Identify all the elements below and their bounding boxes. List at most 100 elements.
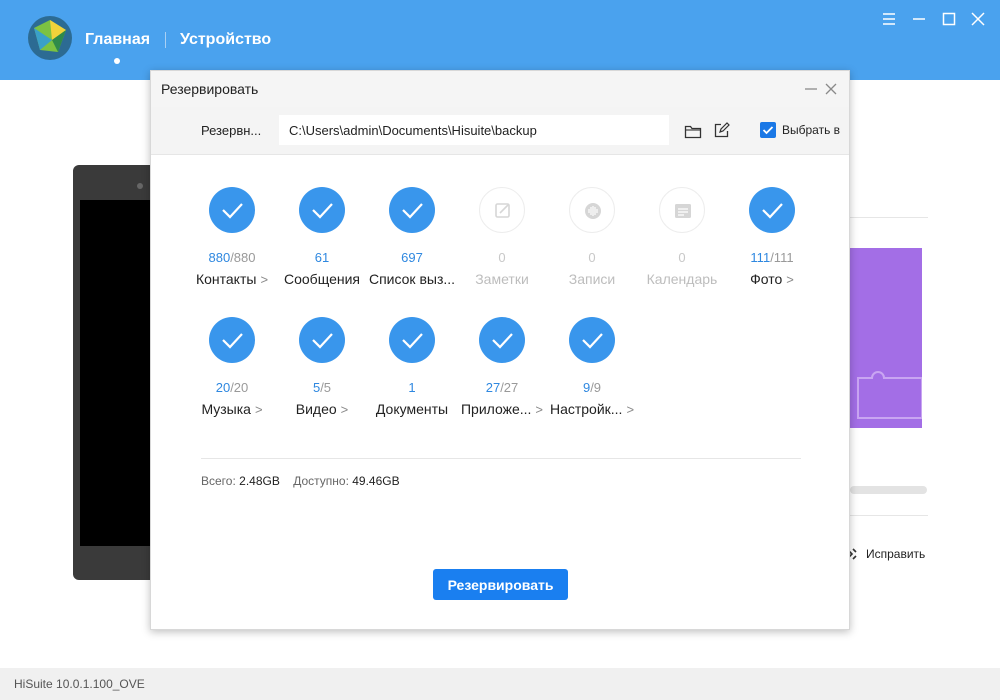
- item-label: Список выз...: [368, 271, 456, 287]
- divider: [850, 515, 928, 516]
- documents-check-icon[interactable]: [389, 317, 435, 363]
- selected-count: 20: [215, 380, 231, 395]
- top-bar: Главная Устройство: [0, 0, 1000, 80]
- item-name: Музыка >: [186, 401, 278, 417]
- notes-icon: [479, 187, 525, 233]
- item-count: 0: [546, 250, 638, 265]
- item-label: Приложе...: [460, 401, 532, 417]
- dialog-close-icon[interactable]: [823, 81, 839, 97]
- nav-device[interactable]: Устройство: [180, 31, 271, 49]
- total-count: /9: [590, 380, 602, 395]
- backup-button[interactable]: Резервировать: [433, 569, 568, 600]
- total-label: Всего:: [201, 474, 236, 488]
- dialog-header: Резервировать: [151, 71, 849, 107]
- call-log-check-icon[interactable]: [389, 187, 435, 233]
- settings-check-icon[interactable]: [569, 317, 615, 363]
- item-name: Календарь: [636, 271, 728, 287]
- item-label: Сообщения: [284, 271, 360, 287]
- chevron-right-icon[interactable]: >: [626, 402, 634, 417]
- contacts-check-icon[interactable]: [209, 187, 255, 233]
- selected-count: 0: [678, 250, 686, 265]
- window-close-icon[interactable]: [969, 10, 987, 28]
- category-video[interactable]: 5/5 Видео >: [276, 317, 368, 427]
- status-bar: HiSuite 10.0.1.100_OVE: [0, 668, 1000, 700]
- item-count: 27/27: [456, 380, 548, 395]
- item-label: Документы: [375, 401, 449, 417]
- version-label: HiSuite 10.0.1.100_OVE: [14, 677, 145, 691]
- divider: [201, 458, 801, 459]
- selected-count: 1: [408, 380, 416, 395]
- category-apps[interactable]: 27/27 Приложе... >: [456, 317, 548, 427]
- total-count: /5: [320, 380, 332, 395]
- item-name: Документы: [366, 401, 458, 417]
- total-count: /111: [770, 250, 794, 265]
- chevron-right-icon[interactable]: >: [260, 272, 268, 287]
- item-name: Фото >: [726, 271, 818, 287]
- item-name: Настройк... >: [546, 401, 638, 417]
- category-call-log[interactable]: 697 Список выз...: [366, 187, 458, 297]
- selected-count: 0: [588, 250, 596, 265]
- video-check-icon[interactable]: [299, 317, 345, 363]
- item-label: Заметки: [475, 271, 529, 287]
- selected-count: 0: [498, 250, 506, 265]
- item-name: Записи: [546, 271, 638, 287]
- category-calendar: 0 Календарь: [636, 187, 728, 297]
- selected-count: 27: [485, 380, 501, 395]
- fix-label: Исправить: [866, 547, 926, 561]
- item-name: Заметки: [456, 271, 548, 287]
- checkmark-icon: [762, 126, 774, 135]
- category-photos[interactable]: 111/111 Фото >: [726, 187, 818, 297]
- active-nav-indicator: [114, 58, 120, 64]
- item-name: Контакты >: [186, 271, 278, 287]
- backup-path-bar: Резервн... Выбрать в: [151, 107, 849, 155]
- storage-summary: Всего: 2.48GB Доступно: 49.46GB: [201, 474, 400, 488]
- item-label: Фото: [750, 271, 783, 287]
- total-count: /880: [230, 250, 256, 265]
- item-name: Приложе... >: [456, 401, 548, 417]
- item-label: Контакты: [195, 271, 257, 287]
- hisuite-logo: [28, 16, 72, 60]
- item-count: 880/880: [186, 250, 278, 265]
- select-all-checkbox[interactable]: [760, 122, 776, 138]
- recordings-icon: [569, 187, 615, 233]
- chevron-right-icon[interactable]: >: [786, 272, 794, 287]
- available-label: Доступно:: [293, 474, 349, 488]
- category-recordings: 0 Записи: [546, 187, 638, 297]
- messages-check-icon[interactable]: [299, 187, 345, 233]
- total-value: 2.48GB: [239, 474, 280, 488]
- selected-count: 697: [401, 250, 423, 265]
- nav-home[interactable]: Главная: [85, 31, 150, 49]
- selected-count: 61: [314, 250, 330, 265]
- item-count: 697: [366, 250, 458, 265]
- item-count: 61: [276, 250, 368, 265]
- chevron-right-icon[interactable]: >: [255, 402, 263, 417]
- chevron-right-icon[interactable]: >: [341, 402, 349, 417]
- chevron-right-icon[interactable]: >: [535, 402, 543, 417]
- category-notes: 0 Заметки: [456, 187, 548, 297]
- edit-icon[interactable]: [713, 122, 730, 139]
- phone-camera: [137, 183, 143, 189]
- category-music[interactable]: 20/20 Музыка >: [186, 317, 278, 427]
- dialog-minimize-icon[interactable]: [803, 81, 819, 97]
- item-label: Календарь: [646, 271, 718, 287]
- item-count: 5/5: [276, 380, 368, 395]
- path-label: Резервн...: [201, 123, 262, 138]
- category-contacts[interactable]: 880/880 Контакты >: [186, 187, 278, 297]
- selected-count: 880: [208, 250, 231, 265]
- backup-path-input[interactable]: [279, 115, 669, 145]
- item-count: 111/111: [726, 250, 818, 265]
- folder-icon[interactable]: [684, 123, 702, 139]
- maximize-icon[interactable]: [940, 10, 958, 28]
- menu-icon[interactable]: [880, 10, 898, 28]
- storage-progress-bar: [850, 486, 927, 494]
- apps-check-icon[interactable]: [479, 317, 525, 363]
- available-value: 49.46GB: [352, 474, 400, 488]
- minimize-icon[interactable]: [910, 10, 928, 28]
- calendar-icon: [659, 187, 705, 233]
- music-check-icon[interactable]: [209, 317, 255, 363]
- select-all-label: Выбрать в: [782, 123, 841, 137]
- photos-check-icon[interactable]: [749, 187, 795, 233]
- category-messages[interactable]: 61 Сообщения: [276, 187, 368, 297]
- category-documents[interactable]: 1 Документы: [366, 317, 458, 427]
- category-settings[interactable]: 9/9 Настройк... >: [546, 317, 638, 427]
